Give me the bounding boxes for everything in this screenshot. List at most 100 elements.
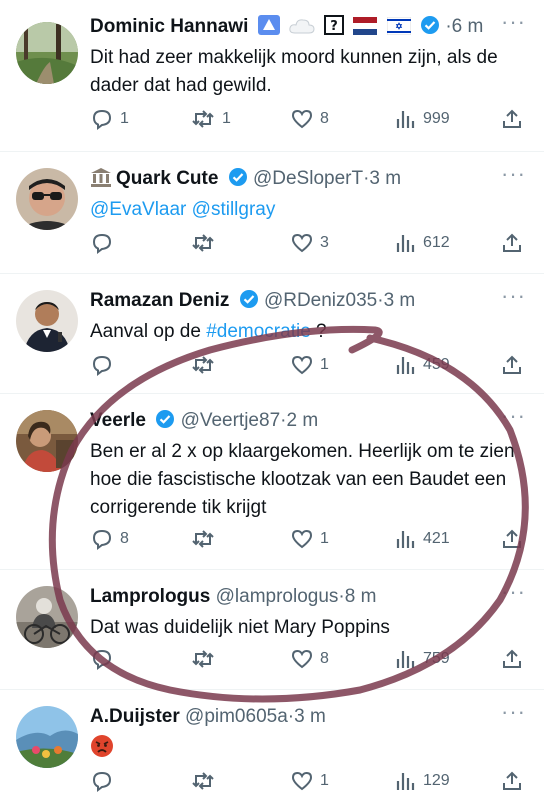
avatar[interactable] xyxy=(16,586,78,648)
tweet-6[interactable]: A.Duijster @pim0605a·3 m ··· 1 129 xyxy=(0,690,544,800)
timestamp[interactable]: 8 m xyxy=(345,586,377,607)
repost-button[interactable] xyxy=(190,644,222,674)
reply-button[interactable] xyxy=(90,644,120,674)
views-chart-icon xyxy=(396,773,415,790)
timestamp[interactable]: 3 m xyxy=(294,706,326,727)
share-icon xyxy=(503,355,521,374)
tweet-3[interactable]: Ramazan Deniz @RDeniz035·3 m ··· Aanval … xyxy=(0,274,544,394)
hashtag-link[interactable]: #democratie xyxy=(206,321,311,342)
author-handle[interactable]: @DeSloperT xyxy=(253,168,363,189)
repost-button[interactable] xyxy=(190,524,222,554)
views-button[interactable]: 999 xyxy=(395,104,450,134)
share-button[interactable] xyxy=(500,104,524,134)
reply-icon xyxy=(92,109,112,130)
view-count: 421 xyxy=(423,530,450,547)
mention-link[interactable]: @EvaVlaar xyxy=(90,199,186,220)
reply-button[interactable] xyxy=(90,766,120,796)
reply-button[interactable]: 8 xyxy=(90,524,129,554)
share-button[interactable] xyxy=(500,644,524,674)
views-button[interactable]: 129 xyxy=(395,766,450,796)
reply-count: 8 xyxy=(120,530,129,547)
more-options-button[interactable]: ··· xyxy=(501,701,526,723)
question-box-icon: ? xyxy=(324,15,345,43)
author-name[interactable]: Lamprologus xyxy=(90,586,210,607)
tweet-2[interactable]: Quark Cute @DeSloperT·3 m ··· @EvaVlaar … xyxy=(0,152,544,274)
share-button[interactable] xyxy=(500,350,524,380)
tweet-1[interactable]: Dominic Hannawi ? ·6 m ··· Dit had zeer … xyxy=(0,0,544,152)
more-options-button[interactable]: ··· xyxy=(501,581,526,603)
like-button[interactable]: 1 xyxy=(290,524,329,554)
views-button[interactable]: 759 xyxy=(395,644,450,674)
more-options-button[interactable]: ··· xyxy=(501,11,526,33)
repost-icon xyxy=(192,234,214,252)
avatar[interactable] xyxy=(16,706,78,768)
repost-button[interactable]: 1 xyxy=(190,104,231,134)
cloud-icon xyxy=(289,17,315,43)
timestamp[interactable]: 3 m xyxy=(369,168,401,189)
like-count: 8 xyxy=(320,650,329,667)
tweet-text-end: ? xyxy=(310,321,327,342)
views-button[interactable]: 612 xyxy=(395,228,450,258)
author-name[interactable]: Veerle xyxy=(90,410,146,431)
views-chart-icon xyxy=(396,531,415,548)
tweet-text-start: Aanval op de xyxy=(90,321,207,342)
tweet-header: Quark Cute @DeSloperT·3 m xyxy=(90,166,504,195)
reply-icon xyxy=(92,649,112,670)
action-bar: 1 129 xyxy=(90,766,528,796)
timestamp[interactable]: 2 m xyxy=(286,410,318,431)
avatar[interactable] xyxy=(16,168,78,230)
repost-button[interactable] xyxy=(190,350,222,380)
avatar[interactable] xyxy=(16,410,78,472)
tweet-header: Lamprologus @lamprologus·8 m xyxy=(90,584,504,610)
more-options-button[interactable]: ··· xyxy=(501,163,526,185)
reply-button[interactable] xyxy=(90,228,120,258)
reply-button[interactable] xyxy=(90,350,120,380)
share-icon xyxy=(503,771,521,790)
like-count: 1 xyxy=(320,772,329,789)
reply-button[interactable]: 1 xyxy=(90,104,129,134)
reply-icon xyxy=(92,529,112,550)
action-bar: 3 612 xyxy=(90,228,528,258)
repost-button[interactable] xyxy=(190,766,222,796)
author-name[interactable]: Ramazan Deniz xyxy=(90,290,229,311)
angry-face-icon xyxy=(90,734,114,767)
like-button[interactable]: 1 xyxy=(290,766,329,796)
tweet-5[interactable]: Lamprologus @lamprologus·8 m ··· Dat was… xyxy=(0,570,544,690)
views-button[interactable]: 459 xyxy=(395,350,450,380)
mention-link[interactable]: @stillgray xyxy=(192,199,276,220)
share-icon xyxy=(503,233,521,252)
tweet-4[interactable]: Veerle @Veertje87·2 m ··· Ben er al 2 x … xyxy=(0,394,544,570)
verified-badge-icon xyxy=(155,409,175,437)
share-button[interactable] xyxy=(500,228,524,258)
like-button[interactable]: 3 xyxy=(290,228,329,258)
share-button[interactable] xyxy=(500,766,524,796)
timestamp[interactable]: 6 m xyxy=(452,16,484,37)
like-button[interactable]: 8 xyxy=(290,104,329,134)
author-handle[interactable]: @lamprologus xyxy=(216,586,339,607)
author-name[interactable]: Dominic Hannawi xyxy=(90,16,248,37)
heart-icon xyxy=(291,649,313,669)
author-handle[interactable]: @RDeniz035 xyxy=(264,290,377,311)
like-button[interactable]: 8 xyxy=(290,644,329,674)
reply-icon xyxy=(92,355,112,376)
netherlands-flag-icon xyxy=(353,17,378,43)
avatar[interactable] xyxy=(16,22,78,84)
like-button[interactable]: 1 xyxy=(290,350,329,380)
timestamp[interactable]: 3 m xyxy=(384,290,416,311)
avatar[interactable] xyxy=(16,290,78,352)
views-chart-icon xyxy=(396,357,415,374)
svg-text:?: ? xyxy=(330,19,338,34)
more-options-button[interactable]: ··· xyxy=(501,285,526,307)
views-button[interactable]: 421 xyxy=(395,524,450,554)
author-name[interactable]: Quark Cute xyxy=(116,168,218,189)
author-handle[interactable]: @pim0605a xyxy=(185,706,288,727)
repost-button[interactable] xyxy=(190,228,222,258)
tweet-text: Aanval op de #democratie ? xyxy=(90,318,520,346)
reply-count: 1 xyxy=(120,110,129,127)
author-handle[interactable]: @Veertje87 xyxy=(181,410,281,431)
share-button[interactable] xyxy=(500,524,524,554)
more-options-button[interactable]: ··· xyxy=(501,405,526,427)
action-bar: 8 1 421 xyxy=(90,524,528,554)
tweet-header: Ramazan Deniz @RDeniz035·3 m xyxy=(90,288,504,317)
author-name[interactable]: A.Duijster xyxy=(90,706,180,727)
